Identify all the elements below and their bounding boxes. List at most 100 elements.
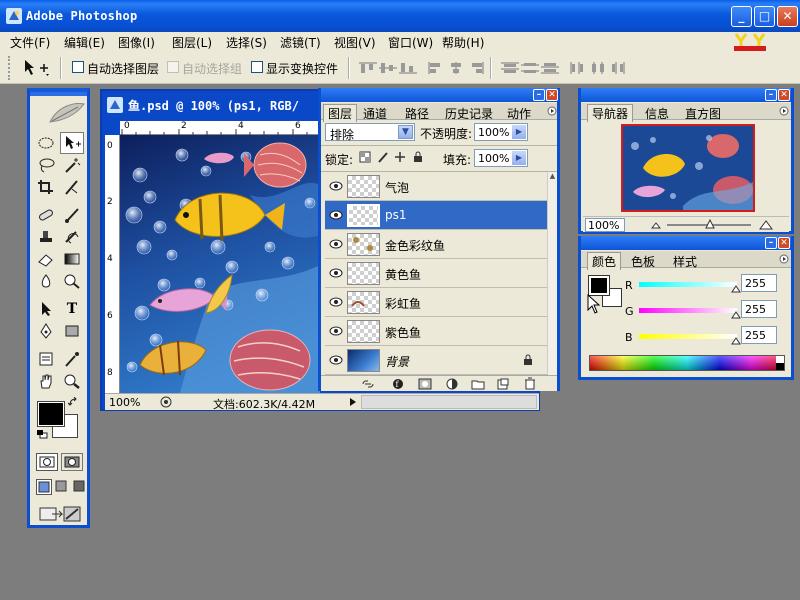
distribute-left-icon[interactable] [568,61,588,75]
eye-icon[interactable] [329,238,343,250]
zoom-in-icon[interactable] [759,220,773,230]
panel-minimize-button[interactable]: – [533,89,545,101]
align-hcenter-icon[interactable] [446,61,466,75]
zoom-level[interactable]: 100% [109,396,140,409]
healing-brush-icon[interactable] [34,204,58,226]
crop-tool-icon[interactable] [34,176,58,198]
show-transform-checkbox[interactable] [251,61,263,73]
navigator-zoom-field[interactable]: 100% [585,218,625,232]
tab-color[interactable]: 颜色 [587,252,622,270]
clone-stamp-icon[interactable] [34,226,58,248]
default-colors-icon[interactable] [36,429,48,439]
opacity-slider-arrow-icon[interactable]: ▶ [512,125,526,139]
eye-icon[interactable] [329,180,343,192]
jump-to-imageready-icon[interactable] [38,504,84,524]
tab-layers[interactable]: 图层 [323,104,358,122]
align-vcenter-icon[interactable] [378,61,398,75]
eye-icon[interactable] [329,354,343,366]
eye-icon[interactable] [329,209,343,221]
align-right-icon[interactable] [466,61,486,75]
feather-icon[interactable] [48,100,86,126]
distribute-right-icon[interactable] [608,61,628,75]
minimize-button[interactable]: _ [731,6,752,27]
b-slider-thumb-icon[interactable] [731,337,741,345]
eye-icon[interactable] [329,267,343,279]
slider-thumb-icon[interactable] [705,219,715,229]
magic-wand-icon[interactable] [60,154,84,176]
layer-row[interactable]: 气泡 [325,172,547,201]
lock-transparency-icon[interactable] [359,151,371,163]
tab-channels[interactable]: 通道 [363,105,387,122]
standard-screen-icon[interactable] [36,479,52,495]
tab-info[interactable]: 信息 [645,105,669,122]
layer-style-icon[interactable]: f [391,378,405,390]
fill-slider-arrow-icon[interactable]: ▶ [512,151,526,165]
type-tool-icon[interactable]: T [60,298,84,320]
blur-tool-icon[interactable] [34,270,58,292]
panel-titlebar[interactable]: – ✕ [581,236,791,250]
layer-row-selected[interactable]: ps1 [325,201,547,230]
chevron-down-icon[interactable]: ▼ [398,125,413,139]
move-tool-icon[interactable] [22,59,52,77]
gradient-tool-icon[interactable] [60,248,84,270]
history-brush-icon[interactable] [60,226,84,248]
foreground-color-swatch[interactable] [37,401,65,427]
g-channel-slider[interactable] [639,308,737,313]
lock-position-icon[interactable] [394,151,406,163]
r-slider-thumb-icon[interactable] [731,285,741,293]
layer-row[interactable]: 背景 [325,346,547,375]
menu-help[interactable]: 帮助(H) [442,34,484,51]
panel-close-button[interactable]: ✕ [546,89,558,101]
menu-select[interactable]: 选择(S) [226,34,267,51]
distribute-vcenter-icon[interactable] [520,61,540,75]
layers-scrollbar[interactable]: ▲ [547,172,557,375]
tab-paths[interactable]: 路径 [405,105,429,122]
maximize-button[interactable]: □ [754,6,775,27]
menu-layer[interactable]: 图层(L) [172,34,212,51]
r-channel-slider[interactable] [639,282,737,287]
move-tool-icon[interactable] [60,132,84,154]
image-canvas[interactable] [120,135,320,393]
zoom-tool-icon[interactable] [60,370,84,392]
eyedropper-icon[interactable] [60,348,84,370]
fill-field[interactable]: 100% ▶ [474,149,528,167]
eraser-tool-icon[interactable] [34,248,58,270]
tab-swatches[interactable]: 色板 [631,253,655,270]
color-spectrum-bar[interactable] [589,355,785,371]
b-channel-slider[interactable] [639,334,737,339]
grip-handle[interactable] [8,56,12,80]
spectrum-black-chip[interactable] [776,363,784,370]
scroll-up-icon[interactable]: ▲ [548,172,557,180]
panel-menu-icon[interactable] [779,106,789,116]
navigator-preview[interactable] [621,124,755,212]
new-group-icon[interactable] [471,378,485,390]
menu-filter[interactable]: 滤镜(T) [280,34,321,51]
marquee-tool-icon[interactable] [34,132,58,154]
menu-image[interactable]: 图像(I) [118,34,155,51]
slice-tool-icon[interactable] [60,176,84,198]
g-slider-thumb-icon[interactable] [731,311,741,319]
quick-mask-button[interactable] [61,453,83,471]
panel-close-button[interactable]: ✕ [778,237,790,249]
auto-select-layer-checkbox[interactable] [72,61,84,73]
panel-menu-icon[interactable] [779,254,789,264]
pen-tool-icon[interactable] [34,320,58,342]
layer-mask-icon[interactable] [418,378,432,390]
panel-close-button[interactable]: ✕ [778,89,790,101]
menu-view[interactable]: 视图(V) [334,34,376,51]
lasso-tool-icon[interactable] [34,154,58,176]
g-value-field[interactable]: 255 [741,300,777,318]
title-bar[interactable]: Adobe Photoshop _ □ ✕ [0,0,800,32]
hand-tool-icon[interactable] [34,370,58,392]
zoom-out-icon[interactable] [651,221,661,229]
lock-pixels-icon[interactable] [377,151,389,163]
layer-row[interactable]: 金色彩纹鱼 [325,230,547,259]
distribute-hcenter-icon[interactable] [588,61,608,75]
layer-row[interactable]: 紫色鱼 [325,317,547,346]
foreground-color-swatch[interactable] [588,275,610,296]
path-selection-icon[interactable] [34,298,58,320]
shape-tool-icon[interactable] [60,320,84,342]
align-top-icon[interactable] [358,61,378,75]
panel-titlebar[interactable]: – ✕ [321,88,558,102]
align-bottom-icon[interactable] [398,61,418,75]
